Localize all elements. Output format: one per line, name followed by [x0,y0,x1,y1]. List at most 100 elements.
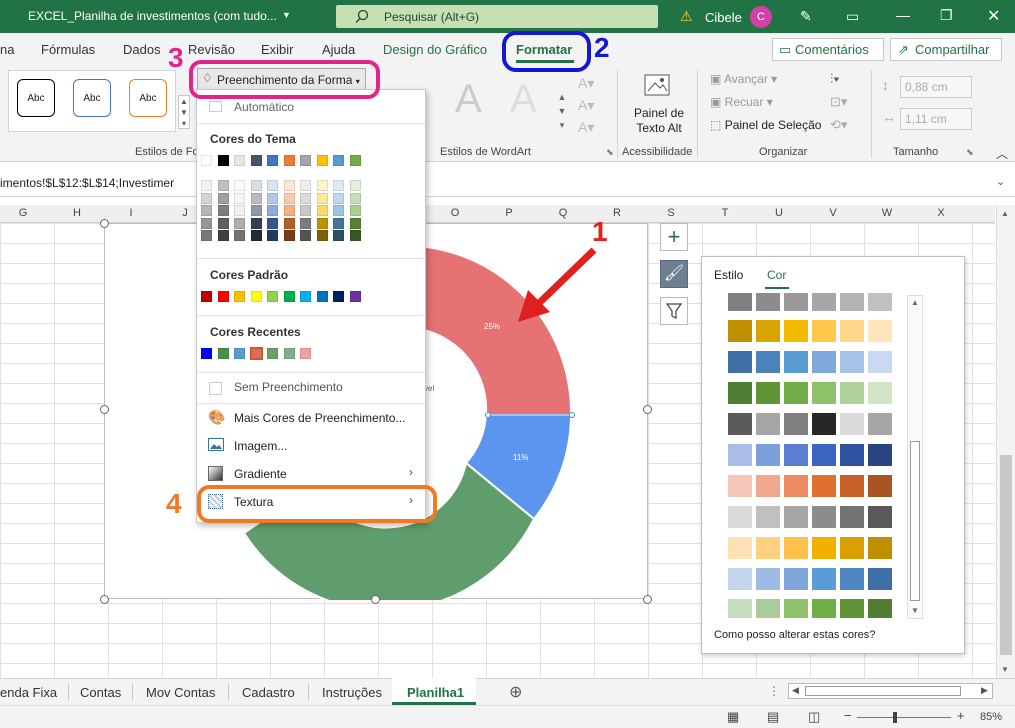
color-swatch[interactable] [201,155,212,166]
palette-swatch[interactable] [784,537,808,559]
color-swatch[interactable] [283,192,295,204]
user-name[interactable]: Cibele [705,10,742,25]
tab-ajuda[interactable]: Ajuda [322,42,355,57]
panel-scroll-down-icon[interactable]: ▼ [911,606,919,615]
color-swatch[interactable] [250,205,262,216]
col-header-v[interactable]: V [813,207,853,219]
text-effects-icon[interactable]: A▾ [578,119,594,136]
zoom-slider-thumb[interactable] [893,712,897,723]
palette-swatch[interactable] [784,293,808,311]
col-header-s[interactable]: S [651,207,691,219]
color-swatch[interactable] [217,180,229,191]
color-swatch[interactable] [217,192,229,204]
color-swatch[interactable] [300,217,311,229]
col-header-i[interactable]: I [111,207,151,219]
color-swatch[interactable] [234,205,245,216]
palette-swatch[interactable] [840,506,864,528]
avatar[interactable]: C [750,6,772,28]
color-swatch[interactable] [333,291,344,302]
palette-swatch[interactable] [812,506,836,528]
palette-swatch[interactable] [728,320,752,342]
palette-swatch[interactable] [812,382,836,404]
color-swatch[interactable] [300,230,311,241]
color-swatch[interactable] [283,348,295,359]
color-swatch[interactable] [333,192,344,204]
color-swatch[interactable] [267,217,278,229]
title-dropdown-icon[interactable]: ▼ [282,10,291,20]
palette-swatch[interactable] [868,293,892,311]
scroll-up-icon[interactable]: ▲ [1001,209,1009,218]
gradient-item[interactable]: Gradiente [234,467,287,481]
color-swatch[interactable] [316,230,328,241]
zoom-in-icon[interactable]: + [957,708,965,723]
color-swatch[interactable] [201,217,212,229]
palette-swatch[interactable] [784,506,808,528]
size-launcher-icon[interactable]: ⬊ [966,147,974,158]
text-outline-icon[interactable]: A▾ [578,97,594,114]
color-swatch[interactable] [217,348,229,359]
color-swatch[interactable] [217,230,229,241]
color-swatch[interactable] [333,205,344,216]
color-swatch[interactable] [250,192,262,204]
color-swatch[interactable] [333,180,344,191]
palette-swatch[interactable] [756,351,780,373]
minimize-icon[interactable]: — [896,7,910,23]
palette-swatch[interactable] [868,382,892,404]
color-swatch[interactable] [267,348,278,359]
selection-point[interactable] [569,412,575,418]
color-swatch[interactable] [250,180,262,191]
resize-handle[interactable] [643,405,652,414]
color-swatch[interactable] [217,205,229,216]
sheet-tab-planilha1[interactable]: Planilha1 [407,685,464,700]
color-swatch[interactable] [316,155,328,166]
height-input[interactable]: 0,88 cm [900,76,972,98]
color-swatch[interactable] [201,291,212,302]
tab-pagina[interactable]: na [0,42,14,57]
ribbon-display-icon[interactable]: ▭ [846,8,859,25]
color-swatch[interactable] [300,192,311,204]
palette-swatch[interactable] [756,413,780,435]
palette-swatch[interactable] [840,568,864,590]
palette-swatch[interactable] [868,599,892,618]
more-colors-item[interactable]: Mais Cores de Preenchimento... [234,411,405,425]
palette-swatch[interactable] [868,568,892,590]
zoom-out-icon[interactable]: − [844,708,852,723]
width-input[interactable]: 1,11 cm [900,108,972,130]
palette-swatch[interactable] [868,537,892,559]
selection-pane-button[interactable]: ⬚ Painel de Seleção [710,118,821,132]
palette-swatch[interactable] [812,293,836,311]
sheet-tab-mov-contas[interactable]: Mov Contas [146,685,215,700]
color-swatch[interactable] [349,180,361,191]
scroll-left-icon[interactable]: ◀ [792,685,799,696]
sheet-tab-contas[interactable]: Contas [80,685,121,700]
palette-swatch[interactable] [728,537,752,559]
palette-swatch[interactable] [728,599,752,618]
palette-swatch[interactable] [840,413,864,435]
scroll-thumb[interactable] [1000,455,1012,655]
resize-handle[interactable] [643,595,652,604]
color-swatch[interactable] [267,205,278,216]
shape-style-2[interactable]: Abc [73,79,111,117]
color-swatch[interactable] [267,192,278,204]
shape-style-3[interactable]: Abc [129,79,167,117]
search-box[interactable]: Pesquisar (Alt+G) [336,5,658,28]
col-header-p[interactable]: P [489,207,529,219]
color-swatch[interactable] [283,217,295,229]
color-swatch[interactable] [250,230,262,241]
color-swatch[interactable] [283,155,295,166]
palette-swatch[interactable] [784,444,808,466]
resize-handle[interactable] [100,405,109,414]
palette-swatch[interactable] [728,351,752,373]
help-link[interactable]: Como posso alterar estas cores? [714,629,875,641]
color-swatch[interactable] [201,230,212,241]
palette-swatch[interactable] [868,506,892,528]
palette-swatch[interactable] [728,382,752,404]
palette-swatch[interactable] [728,568,752,590]
color-swatch[interactable] [333,155,344,166]
palette-swatch[interactable] [728,293,752,311]
palette-swatch[interactable] [840,382,864,404]
palette-swatch[interactable] [756,382,780,404]
color-swatch[interactable] [316,217,328,229]
comments-button[interactable]: ▭ Comentários [772,38,884,61]
color-swatch[interactable] [333,217,344,229]
